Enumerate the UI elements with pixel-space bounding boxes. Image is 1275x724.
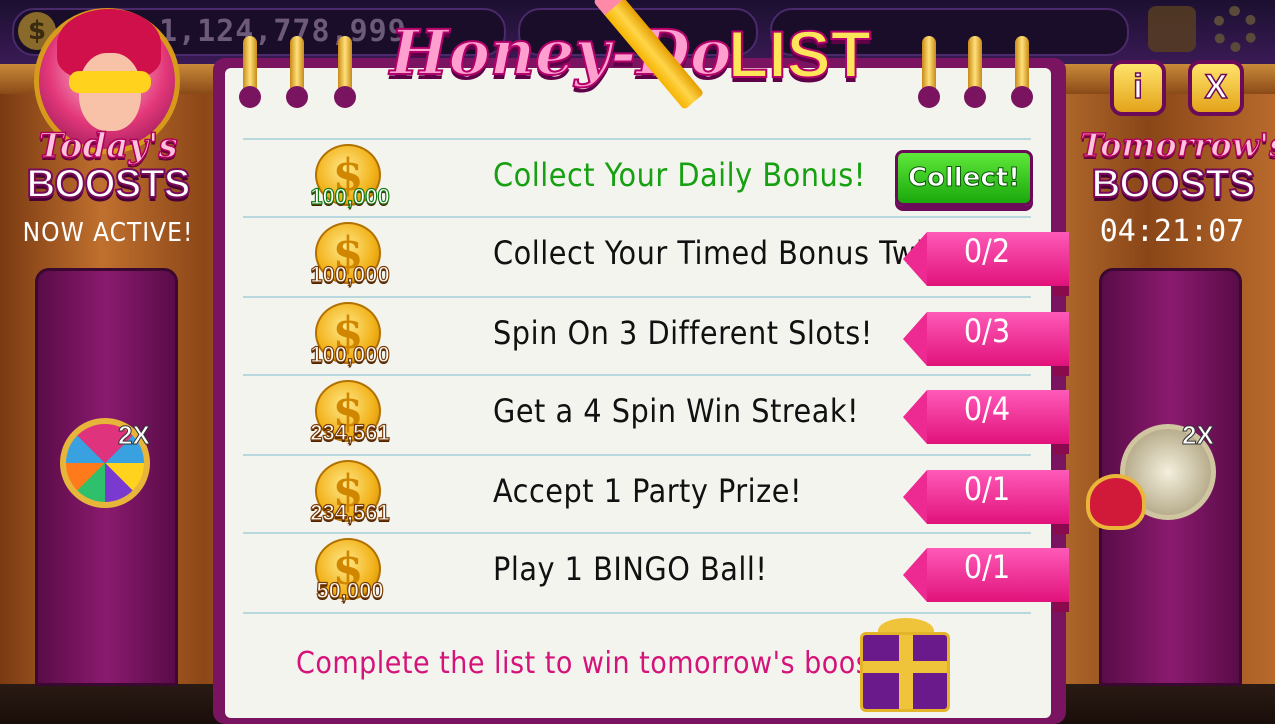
task-row: $ 100,000 Spin On 3 Different Slots! 0/3 — [243, 296, 1069, 376]
progress-tag: 0/1 — [903, 470, 1069, 534]
task-text: Spin On 3 Different Slots! — [493, 314, 873, 352]
close-button[interactable]: X — [1188, 60, 1244, 116]
collect-button[interactable]: Collect! — [895, 150, 1033, 206]
task-reward: 234,561 — [310, 499, 391, 525]
tomorrows-boosts-heading: BOOSTS — [1091, 161, 1257, 207]
task-text: Play 1 BINGO Ball! — [493, 550, 768, 588]
title-list: LIST — [727, 16, 872, 92]
countdown-timer: 04:21:07 — [1099, 214, 1245, 249]
task-text: Collect Your Timed Bonus Twice! — [493, 234, 972, 272]
treasure-chest-icon[interactable] — [1148, 6, 1196, 52]
task-row: $ 50,000 Play 1 BINGO Ball! 0/1 — [243, 532, 1069, 614]
todays-boosts-heading: BOOSTS — [26, 161, 192, 207]
task-reward: 100,000 — [310, 341, 391, 367]
task-reward: 100,000 — [310, 261, 391, 287]
heart-lock-icon — [1086, 474, 1146, 530]
task-progress: 0/4 — [963, 390, 1011, 428]
task-reward: 100,000 — [310, 183, 391, 209]
progress-tag: 0/2 — [903, 232, 1069, 296]
task-text: Accept 1 Party Prize! — [493, 472, 802, 510]
task-row: $ 234,561 Get a 4 Spin Win Streak! 0/4 — [243, 374, 1069, 454]
task-progress: 0/2 — [963, 232, 1011, 270]
task-progress: 0/3 — [963, 312, 1011, 350]
progress-tag: 0/1 — [903, 548, 1069, 612]
task-reward: 50,000 — [316, 577, 384, 603]
task-progress: 0/1 — [963, 548, 1011, 586]
todays-multiplier: 2X — [118, 420, 151, 451]
tomorrows-label: Tomorrow's — [1079, 125, 1275, 165]
footer-text: Complete the list to win tomorrow's boos… — [296, 646, 929, 681]
boost-status: NOW ACTIVE! — [22, 218, 194, 248]
coin-balance: 1,124,778,999 — [159, 14, 407, 49]
task-text: Get a 4 Spin Win Streak! — [493, 392, 860, 430]
progress-tag: 0/4 — [903, 390, 1069, 454]
task-row: $ 100,000 Collect Your Daily Bonus! Coll… — [243, 138, 1033, 218]
task-progress: 0/1 — [963, 470, 1011, 508]
info-button[interactable]: i — [1110, 60, 1166, 116]
tomorrows-multiplier: 2X — [1182, 420, 1215, 451]
progress-tag: 0/3 — [903, 312, 1069, 376]
task-text: Collect Your Daily Bonus! — [493, 156, 866, 194]
gear-icon[interactable] — [1212, 6, 1258, 52]
gift-box-icon — [860, 632, 950, 712]
todays-label: Today's — [38, 125, 179, 167]
task-reward: 234,561 — [310, 419, 391, 445]
task-row: $ 234,561 Accept 1 Party Prize! 0/1 — [243, 454, 1069, 534]
task-row: $ 100,000 Collect Your Timed Bonus Twice… — [243, 216, 1069, 296]
